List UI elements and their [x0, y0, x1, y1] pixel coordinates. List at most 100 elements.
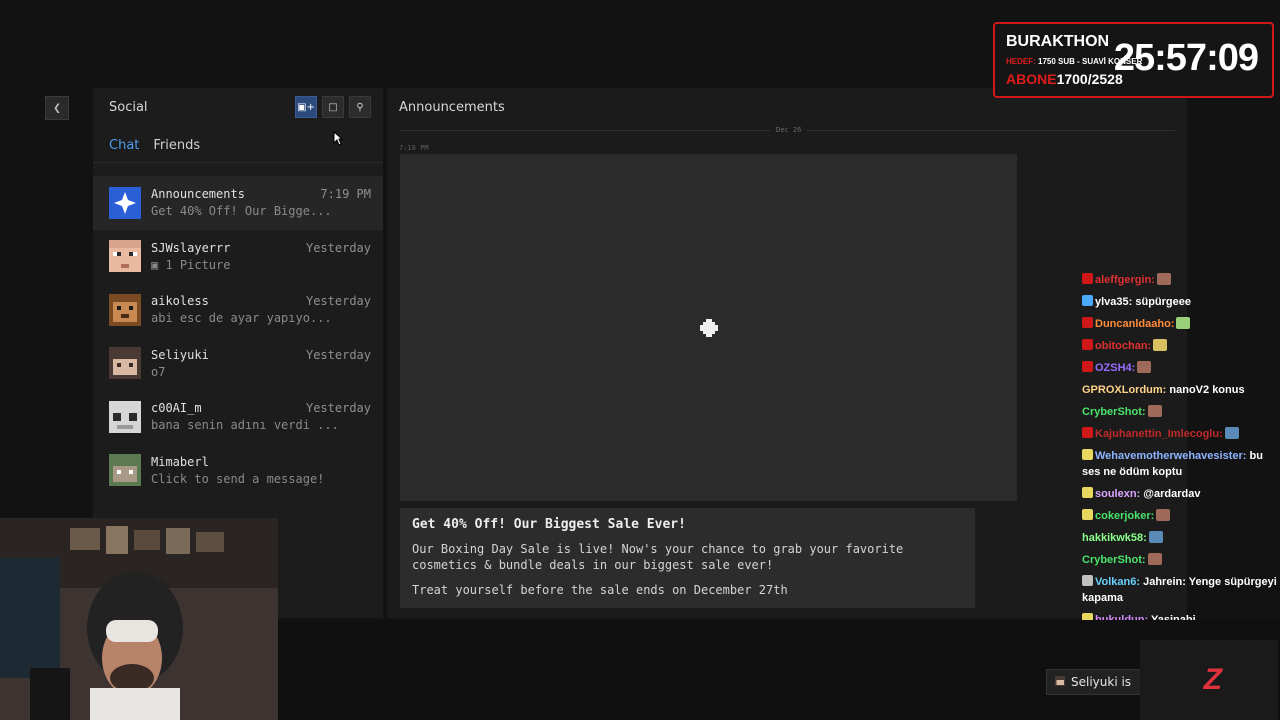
chat-item-aikoless[interactable]: aikoless Yesterday abi esc de ayar yapıyo…	[93, 283, 383, 337]
chat-preview: Click to send a message!	[151, 471, 325, 486]
chat-name: Mimaberl	[151, 454, 209, 469]
chat-message: CryberShot:	[1082, 404, 1277, 420]
emote-icon	[1147, 553, 1162, 565]
chat-preview: bana senin adını verdi ...	[151, 418, 339, 433]
search-icon: ⚲	[356, 101, 364, 113]
chat-item-announcements[interactable]: Announcements 7:19 PM Get 40% Off! Our Bi…	[93, 176, 383, 230]
emote-icon	[1176, 317, 1191, 329]
avatar	[109, 293, 141, 326]
message-footer: Treat yourself before the sale ends on D…	[412, 583, 788, 597]
chat-username: Kajuhanettin_Imlecoglu:	[1095, 428, 1223, 440]
chat-name: c00AI_m	[151, 401, 202, 416]
message-title: Get 40% Off! Our Biggest Sale Ever!	[412, 517, 686, 532]
chat-message: Wehavemotherwehavesister: bu ses ne ödüm…	[1082, 448, 1277, 480]
badge-icon	[1082, 509, 1093, 520]
social-header: Social ▣+ □ ⚲	[93, 88, 383, 126]
badge-icon	[1082, 317, 1093, 328]
chat-username: OZSH4:	[1095, 362, 1136, 374]
chat-username: Wehavemotherwehavesister:	[1095, 450, 1247, 462]
badge-icon	[1082, 575, 1093, 586]
brand-logo-box: Z	[1140, 640, 1278, 720]
chat-username: Volkan6:	[1095, 576, 1141, 588]
announcements-panel: Announcements Dec 26 7:18 PM Get 40% Off…	[387, 88, 1187, 618]
chat-message: CryberShot:	[1082, 552, 1277, 568]
emote-icon	[1156, 509, 1171, 521]
avatar	[109, 400, 141, 433]
avatar	[109, 454, 141, 487]
badge-icon	[1082, 361, 1093, 372]
chat-text: @ardardav	[1143, 488, 1201, 500]
notification-toast[interactable]: Seliyuki is	[1046, 669, 1146, 695]
chat-text: nanoV2 konus	[1169, 384, 1245, 396]
chat-message: GPROXLordum: nanoV2 konus	[1082, 382, 1277, 398]
emote-icon	[1224, 427, 1239, 439]
twitch-chat: aleffgergin: ylva35: süpürgeee Duncanldaah…	[1082, 272, 1277, 634]
loading-icon	[699, 318, 718, 337]
subs-label: ABONE	[1006, 71, 1057, 87]
back-button[interactable]: ❮	[45, 96, 69, 120]
chat-time: Yesterday	[305, 294, 371, 309]
chat-name: Seliyuki	[151, 347, 209, 362]
add-friend-icon: ▣+	[297, 101, 315, 113]
avatar	[109, 240, 141, 273]
add-friend-button[interactable]: ▣+	[295, 96, 317, 118]
announcement-message: Get 40% Off! Our Biggest Sale Ever! Our …	[400, 508, 975, 608]
date-label: Dec 26	[770, 126, 808, 134]
new-chat-icon: □	[328, 101, 338, 113]
brand-logo: Z	[1203, 663, 1222, 696]
emote-icon	[1153, 339, 1168, 351]
chat-list: Announcements 7:19 PM Get 40% Off! Our Bi…	[93, 176, 383, 497]
badge-icon	[1082, 427, 1093, 438]
chat-item-mimaberl[interactable]: Mimaberl Click to send a message!	[93, 444, 383, 498]
chat-name: Announcements	[151, 187, 245, 202]
emote-icon	[1156, 273, 1171, 285]
mouse-cursor-icon	[333, 130, 344, 150]
webcam-feed	[0, 518, 278, 720]
badge-icon	[1082, 487, 1093, 498]
chat-username: cokerjoker:	[1095, 510, 1155, 522]
chat-preview: Get 40% Off! Our Bigge...	[151, 204, 332, 219]
chat-username: CryberShot:	[1082, 406, 1146, 418]
chat-item-c00ai-m[interactable]: c00AI_m Yesterday bana senin adını verdi …	[93, 390, 383, 444]
chat-username: CryberShot:	[1082, 554, 1146, 566]
chat-time: Yesterday	[305, 401, 371, 416]
badge-icon	[1082, 339, 1093, 350]
overlay-subs: ABONE1700/2528	[1006, 71, 1123, 87]
chat-message: soulexn: @ardardav	[1082, 486, 1277, 502]
avatar	[1055, 675, 1065, 689]
chat-time: 7:19 PM	[320, 187, 371, 202]
divider	[93, 162, 383, 163]
chat-time: Yesterday	[305, 347, 371, 362]
chat-item-seliyuki[interactable]: Seliyuki Yesterday o7	[93, 337, 383, 391]
chat-preview: o7	[151, 364, 166, 379]
notification-text: Seliyuki is	[1071, 675, 1132, 689]
chat-name: aikoless	[151, 294, 209, 309]
overlay-name: BURAKTHON	[1006, 33, 1110, 50]
announcements-icon	[109, 186, 141, 219]
announcement-image[interactable]	[400, 154, 1017, 501]
goal-label: HEDEF:	[1006, 57, 1036, 66]
social-title: Social	[109, 99, 148, 115]
webcam-image	[0, 518, 278, 720]
badge-icon	[1082, 295, 1093, 306]
chat-message: Kajuhanettin_Imlecoglu:	[1082, 426, 1277, 442]
chat-username: obitochan:	[1095, 340, 1152, 352]
new-chat-button[interactable]: □	[322, 96, 344, 118]
emote-icon	[1148, 531, 1163, 543]
stream-overlay: BURAKTHON HEDEF: 1750 SUB - SUAVİ KONSER…	[993, 22, 1274, 98]
emote-icon	[1147, 405, 1162, 417]
message-body: Our Boxing Day Sale is live! Now's your …	[412, 542, 904, 572]
chat-username: soulexn:	[1095, 488, 1141, 500]
overlay-timer: 25:57:09	[1113, 37, 1259, 79]
chat-message: Duncanldaaho:	[1082, 316, 1277, 332]
subs-value: 1700/2528	[1056, 71, 1123, 87]
chat-preview: ▣ 1 Picture	[151, 257, 231, 272]
chat-item-sjwslayerrr[interactable]: SJWslayerrr Yesterday ▣ 1 Picture	[93, 230, 383, 284]
chat-message: Volkan6: Jahrein: Yenge süpürgeyi kapama	[1082, 574, 1277, 606]
chat-name: SJWslayerrr	[151, 240, 231, 255]
chat-username: GPROXLordum:	[1082, 384, 1167, 396]
search-button[interactable]: ⚲	[349, 96, 371, 118]
announcements-title: Announcements	[399, 100, 505, 115]
chat-message: ylva35: süpürgeee	[1082, 294, 1277, 310]
chat-message: cokerjoker:	[1082, 508, 1277, 524]
